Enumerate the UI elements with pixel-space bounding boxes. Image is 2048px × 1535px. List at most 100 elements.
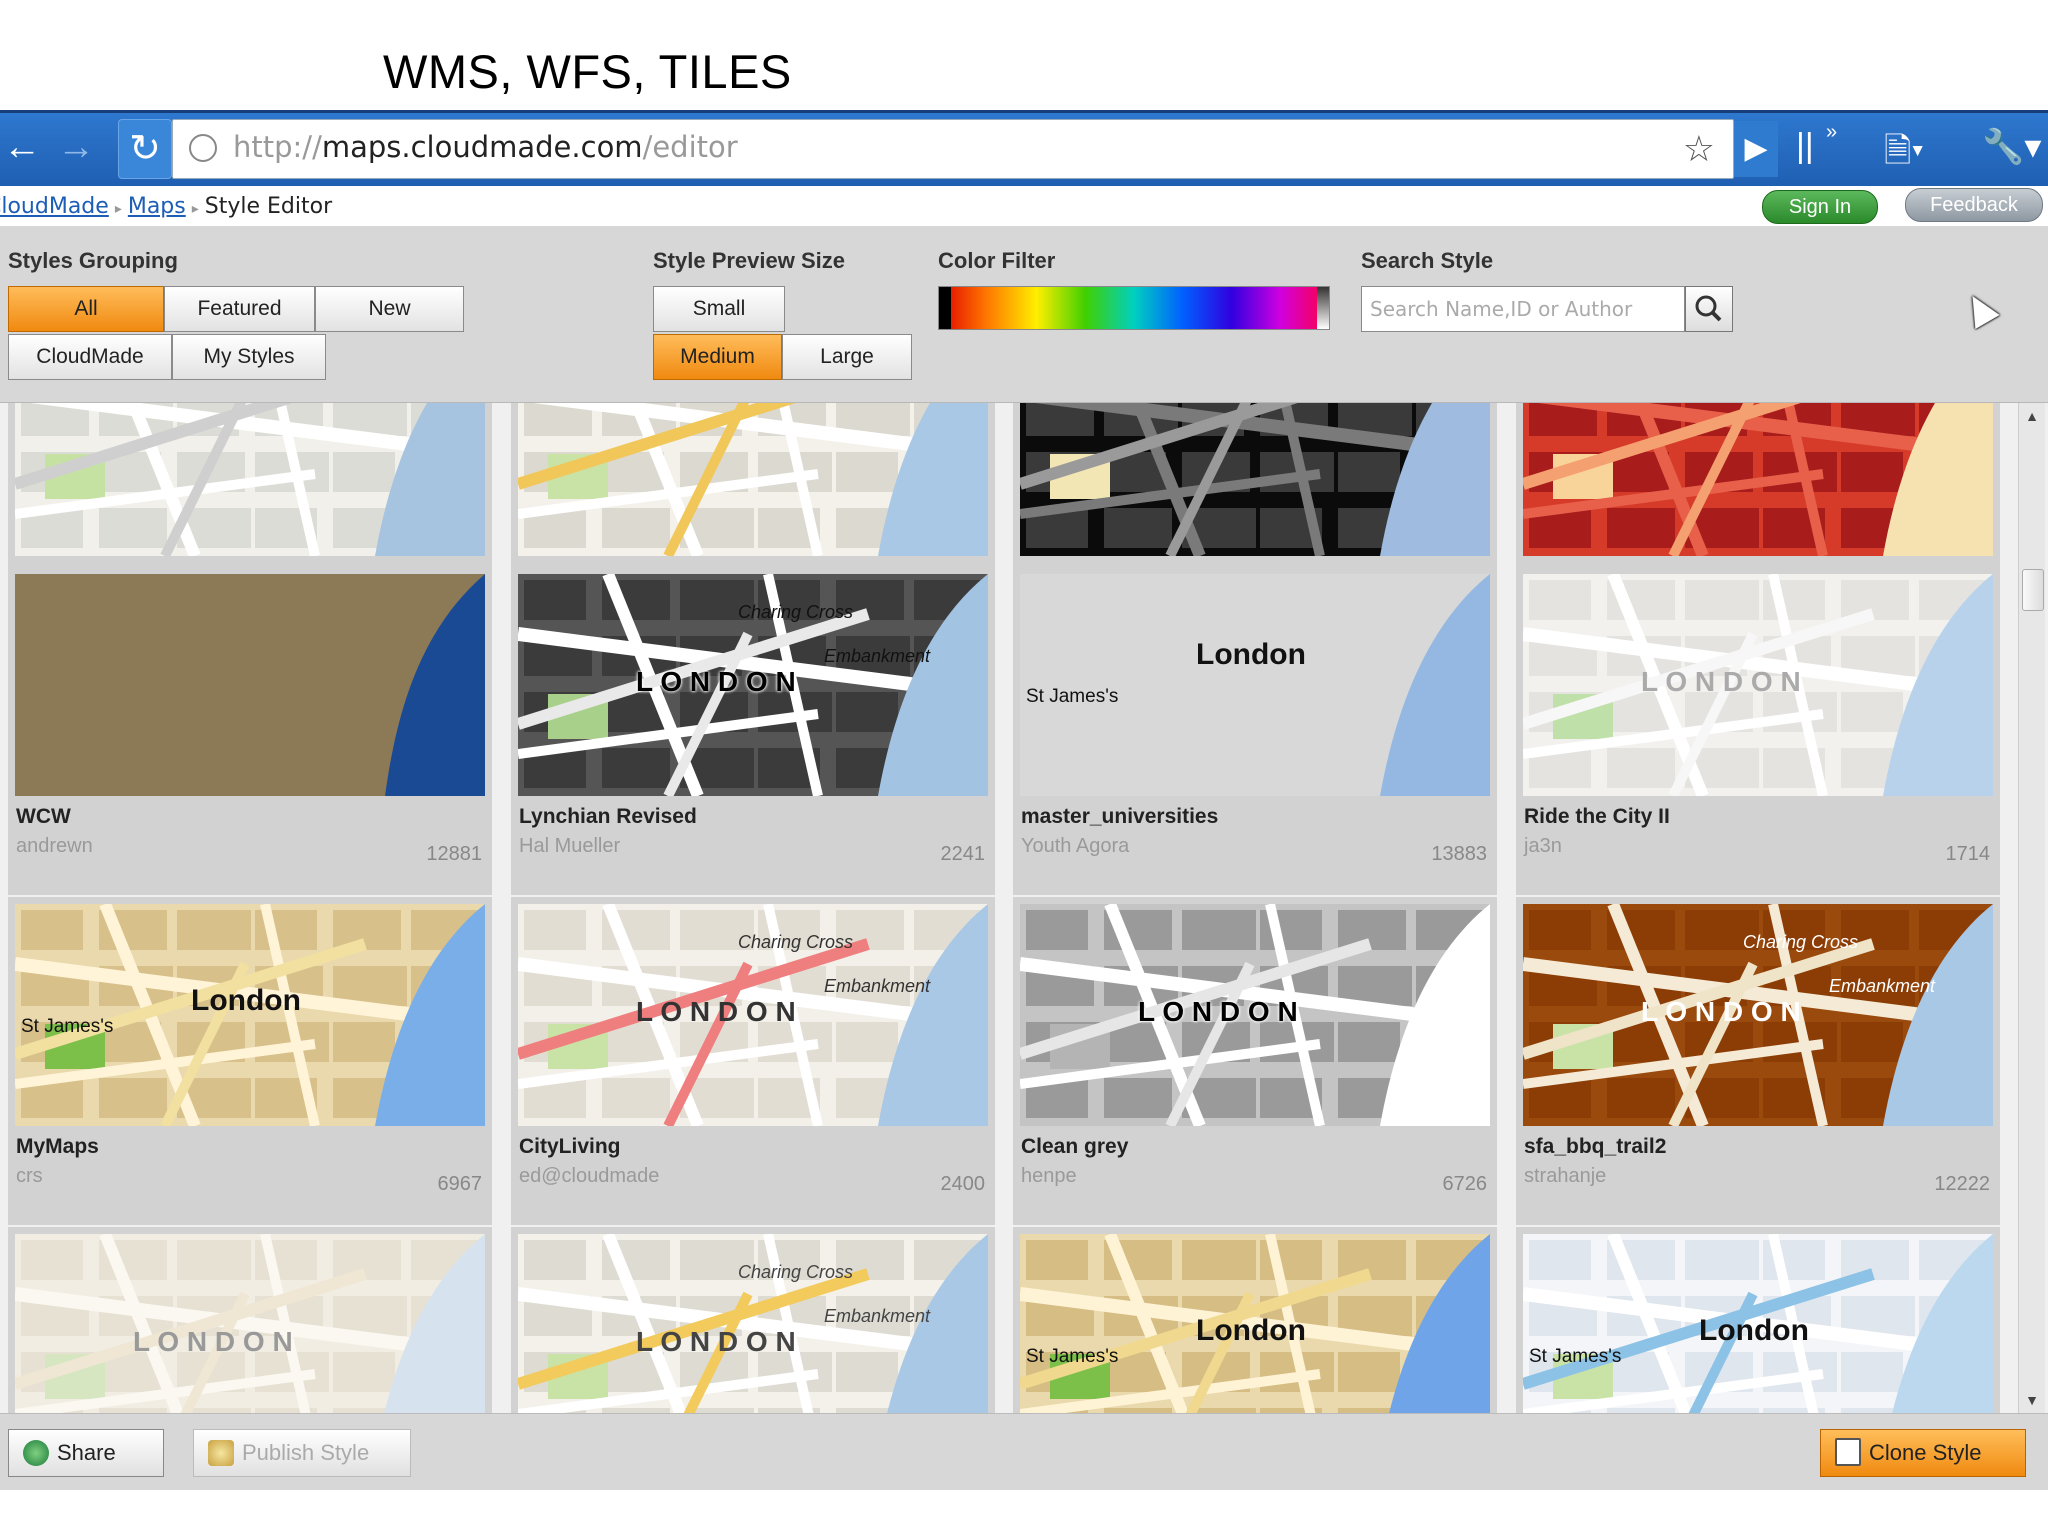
feedback-button[interactable]: Feedback	[1905, 188, 2043, 222]
map-label: L O N D O N	[1138, 996, 1298, 1027]
color-filter-right-handle[interactable]	[1317, 287, 1329, 329]
map-label: L O N D O N	[636, 1326, 796, 1357]
address-bar[interactable]: http://maps.cloudmade.com/editor ☆	[172, 119, 1734, 179]
map-thumbnail[interactable]: L O N D O N	[15, 1234, 485, 1413]
clone-style-button[interactable]: Clone Style	[1820, 1429, 2026, 1477]
style-tile[interactable]: L O N D O N Clean grey henpe 6726	[1013, 897, 1497, 1225]
style-name: Ride the City II	[1524, 805, 1670, 828]
publish-style-button[interactable]: Publish Style	[193, 1429, 411, 1477]
map-thumbnail[interactable]: London St James's	[1523, 1234, 1993, 1413]
style-tile[interactable]: London St James's	[1516, 1227, 2000, 1413]
preview-size-label: Style Preview Size	[653, 248, 845, 273]
map-thumbnail[interactable]: Mall	[1523, 403, 1993, 556]
search-style-input[interactable]: Search Name,ID or Author	[1361, 286, 1685, 332]
style-tile[interactable]: L O N D O N Charing Cross Embankment sfa_bb…	[1516, 897, 2000, 1225]
search-style-label: Search Style	[1361, 248, 1494, 273]
map-label: L O N D O N	[1641, 996, 1801, 1027]
grid-scrollbar[interactable]: ▲ ▼	[2018, 403, 2045, 1413]
map-label: Charing Cross	[738, 932, 854, 952]
search-button[interactable]	[1685, 286, 1733, 332]
map-thumbnail[interactable]: L O N D O N Charing Cross Embankment	[518, 574, 988, 796]
color-filter-slider[interactable]	[938, 286, 1330, 330]
map-label: London	[1196, 638, 1306, 671]
breadcrumb-maps[interactable]: Maps	[128, 194, 186, 219]
style-tile[interactable]: L O N D O N Charing Cross Embankment CityLi…	[511, 897, 995, 1225]
reload-icon[interactable]: ↻	[118, 119, 172, 179]
map-label: Embankment	[1829, 976, 1936, 996]
map-label: L O N D O N	[133, 1326, 293, 1357]
map-thumbnail[interactable]: Mall	[1020, 403, 1490, 556]
forward-arrow-icon[interactable]: →	[56, 125, 96, 169]
style-tile[interactable]: WCW andrewn 12881	[8, 567, 492, 895]
style-tile[interactable]: London St James's	[1013, 1227, 1497, 1413]
map-thumbnail[interactable]: London St James's	[1020, 574, 1490, 796]
slide-title: WMS, WFS, TILES	[383, 45, 792, 98]
map-label: St James's	[1026, 1346, 1119, 1367]
back-arrow-icon[interactable]: ←	[2, 125, 42, 169]
map-thumbnail[interactable]: L O N D O N	[1523, 574, 1993, 796]
map-thumbnail[interactable]: L O N D O N Charing Cross Embankment	[518, 1234, 988, 1413]
map-thumbnail[interactable]	[15, 574, 485, 796]
globe-share-icon	[23, 1440, 49, 1466]
style-name: WCW	[16, 805, 71, 828]
style-tile[interactable]: L O N D O N Charing Cross Embankment Lynchi…	[511, 567, 995, 895]
style-tile[interactable]: L O N D O N Charing Cross Embankment	[511, 1227, 995, 1413]
bottom-action-bar: Share Publish Style Clone Style	[0, 1413, 2048, 1490]
style-name: master_universities	[1021, 805, 1219, 828]
color-filter-label: Color Filter	[938, 248, 1056, 273]
style-tile[interactable]: London St James's master_universities Youth…	[1013, 567, 1497, 895]
size-large-button[interactable]: Large	[782, 334, 912, 380]
style-author: Youth Agora	[1021, 835, 1130, 857]
scroll-down-icon[interactable]: ▼	[2019, 1387, 2045, 1413]
go-arrow-icon[interactable]: ▶	[1734, 121, 1778, 177]
publish-icon	[208, 1440, 234, 1466]
style-author: strahanje	[1524, 1165, 1607, 1187]
style-author: andrewn	[16, 835, 93, 857]
style-id: 2400	[940, 1173, 986, 1195]
style-tile[interactable]: L O N D O N Ride the City II ja3n 1714	[1516, 567, 2000, 895]
grouping-all-button[interactable]: All	[8, 286, 164, 332]
style-author: crs	[16, 1165, 43, 1187]
size-small-button[interactable]: Small	[653, 286, 785, 332]
scroll-up-icon[interactable]: ▲	[2019, 403, 2045, 429]
page-menu-icon[interactable]: 🗎▾	[1884, 127, 1924, 184]
grouping-new-button[interactable]: New	[315, 286, 464, 332]
style-author: Hal Mueller	[519, 835, 621, 857]
grouping-cloudmade-button[interactable]: CloudMade	[8, 334, 172, 380]
map-label: Embankment	[824, 976, 931, 996]
publish-label: Publish Style	[242, 1440, 370, 1465]
clone-icon	[1835, 1438, 1861, 1466]
sign-in-button[interactable]: Sign In	[1762, 190, 1878, 224]
map-preview-svg	[15, 1234, 485, 1413]
map-label: London	[191, 984, 301, 1017]
map-preview-svg	[1020, 403, 1490, 556]
style-tile[interactable]: L O N D O N	[8, 1227, 492, 1413]
map-thumbnail[interactable]: L O N D O N Charing Cross Embankment	[1523, 904, 1993, 1126]
scroll-thumb[interactable]	[2022, 569, 2044, 611]
map-label: London	[1699, 1314, 1809, 1347]
grouping-my-styles-button[interactable]: My Styles	[172, 334, 326, 380]
map-label: L O N D O N	[1641, 666, 1801, 697]
style-id: 1714	[1945, 843, 1991, 865]
wrench-menu-icon[interactable]: 🔧▾	[1982, 127, 2041, 167]
grouping-featured-button[interactable]: Featured	[164, 286, 315, 332]
share-button[interactable]: Share	[8, 1429, 164, 1477]
style-name: MyMaps	[16, 1135, 99, 1158]
color-filter-left-handle[interactable]	[939, 287, 951, 329]
map-label: Embankment	[824, 1306, 931, 1326]
map-thumbnail[interactable]: Mall	[518, 403, 988, 556]
style-name: Clean grey	[1021, 1135, 1129, 1158]
style-name: sfa_bbq_trail2	[1524, 1135, 1667, 1158]
overflow-chevron-icon[interactable]: »	[1826, 121, 1837, 144]
separator-icon: ||	[1796, 127, 1814, 165]
size-medium-button[interactable]: Medium	[653, 334, 782, 380]
map-thumbnail[interactable]: L O N D O N Charing Cross Embankment	[518, 904, 988, 1126]
breadcrumb-cloudmade[interactable]: CloudMade	[0, 194, 109, 219]
map-thumbnail[interactable]: London St James's	[15, 904, 485, 1126]
map-thumbnail[interactable]: Mall	[15, 403, 485, 556]
map-thumbnail[interactable]: L O N D O N	[1020, 904, 1490, 1126]
map-thumbnail[interactable]: London St James's	[1020, 1234, 1490, 1413]
style-tile[interactable]: London St James's MyMaps crs 6967	[8, 897, 492, 1225]
style-id: 12881	[426, 843, 482, 865]
bookmark-star-icon[interactable]: ☆	[1683, 128, 1715, 170]
